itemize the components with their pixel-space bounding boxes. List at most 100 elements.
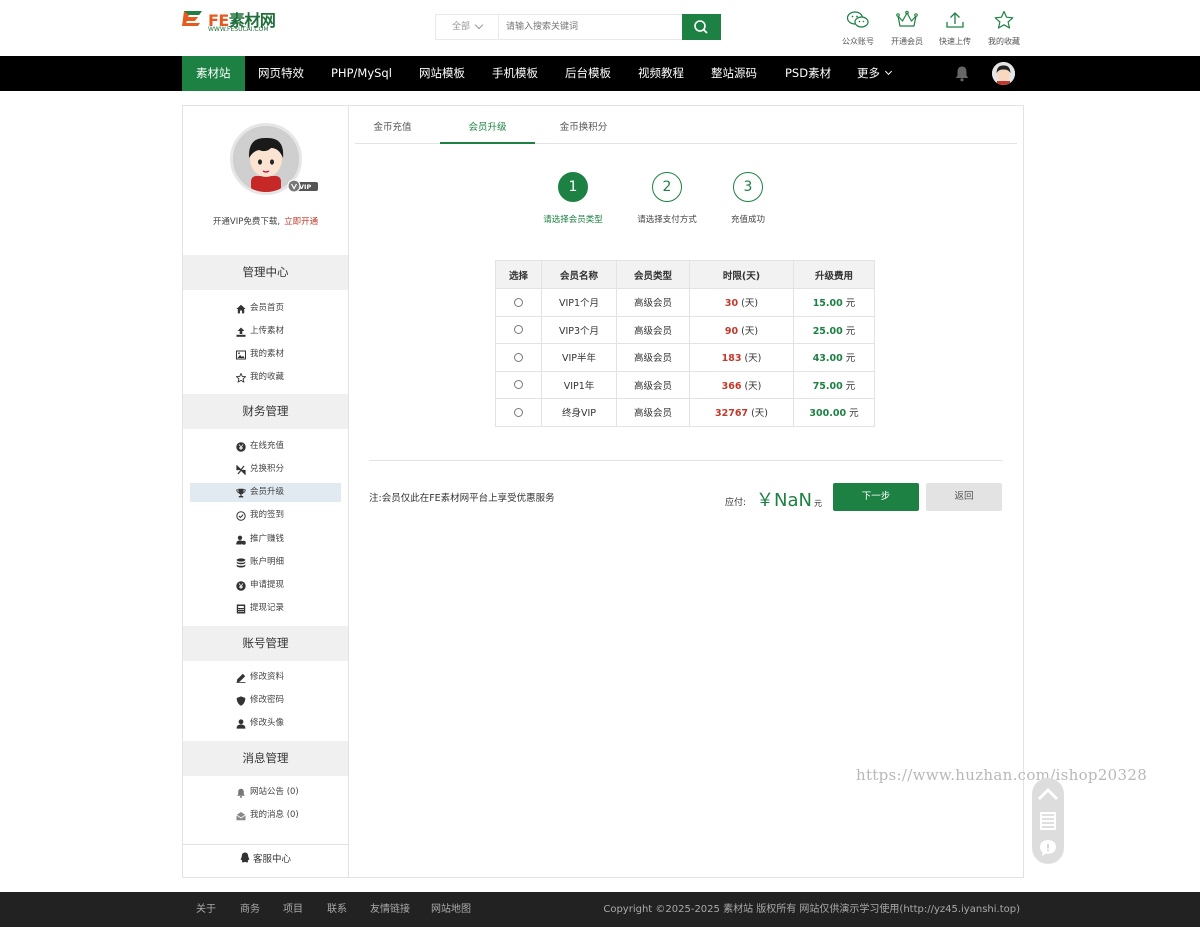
plan-type: 高级会员 xyxy=(616,343,690,372)
search-input[interactable] xyxy=(500,15,680,39)
table-row[interactable]: 终身VIP 高级会员 32767 (天) 300.00 元 xyxy=(495,398,875,427)
tool-vip[interactable]: 开通会员 xyxy=(885,10,929,50)
select-cell[interactable] xyxy=(495,315,542,344)
tab-coin-to-points[interactable]: 金币换积分 xyxy=(536,116,631,144)
nav-item-php[interactable]: PHP/MySql xyxy=(331,56,392,91)
sidebar-item-label: 我的签到 xyxy=(250,510,285,520)
day-unit: (天) xyxy=(744,380,762,392)
sidebar-item-favorites[interactable]: 我的收藏 xyxy=(190,368,341,387)
nav-item-source[interactable]: 整站源码 xyxy=(711,56,757,91)
footer-link-friend-links[interactable]: 友情链接 xyxy=(370,892,410,927)
table-row[interactable]: VIP1年 高级会员 366 (天) 75.00 元 xyxy=(495,370,875,399)
sidebar-item-my-assets[interactable]: 我的素材 xyxy=(190,345,341,364)
step-label: 请选择支付方式 xyxy=(637,215,697,225)
tool-favorites[interactable]: 我的收藏 xyxy=(982,10,1026,50)
footer-copyright: Copyright ©2025-2025 素材站 版权所有 网站仅供演示学习使用… xyxy=(603,904,1020,915)
plan-name: VIP半年 xyxy=(541,343,617,372)
customer-service-link[interactable]: 客服中心 xyxy=(183,844,348,877)
sidebar-item-account-detail[interactable]: 账户明细 xyxy=(190,553,341,572)
plan-radio[interactable] xyxy=(514,297,523,307)
plan-radio[interactable] xyxy=(514,352,523,362)
sidebar-item-label: 我的素材 xyxy=(250,349,285,359)
nav-item-sucai[interactable]: 素材站 xyxy=(182,56,245,91)
tab-bar: 金币充值 会员升级 金币换积分 xyxy=(355,116,1017,144)
sidebar-item-change-avatar[interactable]: 修改头像 xyxy=(190,714,341,733)
sidebar-item-member-upgrade[interactable]: 会员升级 xyxy=(190,483,341,502)
site-logo[interactable]: FE素材网 WWW.FESUCAI.COM xyxy=(182,8,292,33)
table-row[interactable]: VIP1个月 高级会员 30 (天) 15.00 元 xyxy=(495,288,875,317)
footer-link-business[interactable]: 商务 xyxy=(240,892,260,927)
sidebar-item-label: 修改密码 xyxy=(250,695,285,705)
exchange-icon xyxy=(236,465,246,475)
nav-item-templates[interactable]: 网站模板 xyxy=(419,56,465,91)
sidebar-item-promote[interactable]: 推广赚钱 xyxy=(190,530,341,549)
column-header: 会员类型 xyxy=(616,260,690,289)
nav-item-mobile[interactable]: 手机模板 xyxy=(492,56,538,91)
plan-price-cell: 43.00 元 xyxy=(793,343,875,372)
sidebar-item-announcements[interactable]: 网站公告 (0) xyxy=(190,783,341,802)
plan-radio[interactable] xyxy=(514,380,523,390)
footer-link-contact[interactable]: 联系 xyxy=(327,892,347,927)
column-header: 升级费用 xyxy=(793,260,875,289)
shield-icon xyxy=(236,696,246,706)
next-step-button[interactable]: 下一步 xyxy=(833,483,919,511)
bell-icon[interactable] xyxy=(954,65,970,82)
sidebar-item-label: 修改头像 xyxy=(250,718,285,728)
sidebar-item-withdraw-records[interactable]: 提现记录 xyxy=(190,599,341,618)
sidebar-item-my-messages[interactable]: 我的消息 (0) xyxy=(190,806,341,825)
sidebar-item-upload[interactable]: 上传素材 xyxy=(190,322,341,341)
tab-member-upgrade[interactable]: 会员升级 xyxy=(440,116,535,144)
table-row[interactable]: VIP3个月 高级会员 90 (天) 25.00 元 xyxy=(495,315,875,344)
sidebar-item-change-password[interactable]: 修改密码 xyxy=(190,691,341,710)
day-unit: (天) xyxy=(741,325,759,337)
user-avatar[interactable] xyxy=(992,62,1015,85)
select-cell[interactable] xyxy=(495,343,542,372)
check-circle-icon xyxy=(236,511,246,521)
nav-item-video[interactable]: 视频教程 xyxy=(638,56,684,91)
nav-item-psd[interactable]: PSD素材 xyxy=(785,56,831,91)
sidebar-item-exchange-points[interactable]: 兑换积分 xyxy=(190,460,341,479)
top-bar: FE素材网 WWW.FESUCAI.COM 全部 公众账号 开通会员 快速上传 … xyxy=(0,0,1200,56)
bell-icon xyxy=(237,788,245,798)
header-tools: 公众账号 开通会员 快速上传 我的收藏 xyxy=(836,10,1026,50)
sidebar-item-label: 网站公告 (0) xyxy=(250,787,299,797)
plan-radio[interactable] xyxy=(514,325,523,335)
vip-promo-text: 开通VIP免费下载, xyxy=(212,217,281,227)
footer-link-sitemap[interactable]: 网站地图 xyxy=(431,892,471,927)
search-button[interactable] xyxy=(682,14,721,40)
tool-wechat[interactable]: 公众账号 xyxy=(836,10,880,50)
select-cell[interactable] xyxy=(495,288,542,317)
back-to-top-icon[interactable] xyxy=(1032,780,1064,808)
select-cell[interactable] xyxy=(495,398,542,427)
nav-item-effects[interactable]: 网页特效 xyxy=(258,56,304,91)
tab-coin-recharge[interactable]: 金币充值 xyxy=(345,116,440,144)
sidebar-item-recharge[interactable]: 在线充值 xyxy=(190,437,341,456)
member-panel: VIP 开通VIP免费下载, 立即开通 管理中心 会员首页 上传素材 我的素材 我… xyxy=(182,105,1024,878)
user-icon xyxy=(236,719,246,729)
nav-item-admin[interactable]: 后台模板 xyxy=(565,56,611,91)
feedback-icon[interactable] xyxy=(1032,836,1064,862)
sidebar-item-edit-profile[interactable]: 修改资料 xyxy=(190,668,341,687)
nav-item-more[interactable]: 更多 xyxy=(857,56,893,91)
back-button[interactable]: 返回 xyxy=(926,483,1002,511)
plan-radio[interactable] xyxy=(514,407,523,417)
price-unit: 元 xyxy=(849,408,859,420)
footer-link-about[interactable]: 关于 xyxy=(196,892,216,927)
plan-price: 15.00 xyxy=(812,298,843,310)
amount-due-unit: 元 xyxy=(813,499,822,508)
footer-link-projects[interactable]: 项目 xyxy=(283,892,303,927)
wechat-icon xyxy=(846,11,869,28)
qr-code-icon[interactable] xyxy=(1032,808,1064,834)
sidebar-item-withdraw[interactable]: 申请提现 xyxy=(190,576,341,595)
sidebar-item-label: 会员升级 xyxy=(250,487,285,497)
open-vip-link[interactable]: 立即开通 xyxy=(284,217,318,227)
step-1: 1 请选择会员类型 xyxy=(528,172,618,225)
tool-upload[interactable]: 快速上传 xyxy=(933,10,977,50)
sidebar-item-member-home[interactable]: 会员首页 xyxy=(190,299,341,318)
select-cell[interactable] xyxy=(495,370,542,399)
upgrade-note: 注:会员仅此在FE素材网平台上享受优惠服务 xyxy=(369,493,555,504)
table-row[interactable]: VIP半年 高级会员 183 (天) 43.00 元 xyxy=(495,343,875,372)
record-icon xyxy=(236,604,246,614)
search-category-select[interactable]: 全部 xyxy=(436,15,499,39)
sidebar-item-checkin[interactable]: 我的签到 xyxy=(190,506,341,525)
